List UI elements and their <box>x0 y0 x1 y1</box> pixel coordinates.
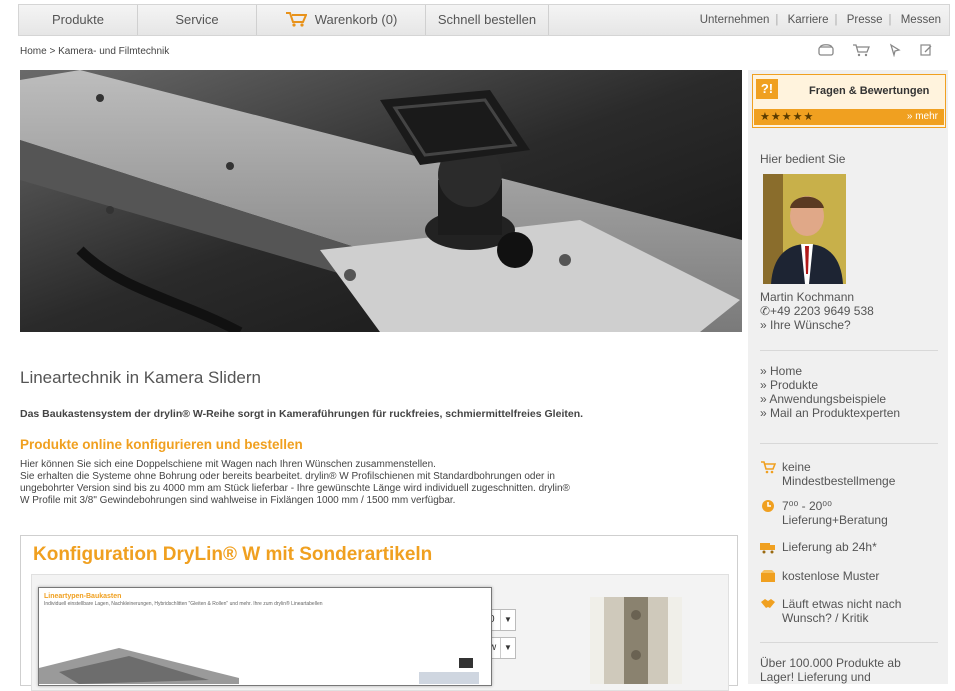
body-line: ungebohrter Version sind bis zu 4000 mm … <box>20 483 570 494</box>
cart-icon[interactable] <box>852 43 871 57</box>
body-line: W Profile mit 3/8" Gewindebohrungen sind… <box>20 495 456 506</box>
tab-label: Produkte <box>51 12 105 27</box>
sidebar-link-mail[interactable]: » Mail an Produktexperten <box>760 406 900 420</box>
popup-text: Individuell einstellbare Lagen, Nachklei… <box>44 601 323 607</box>
feature-text[interactable]: Läuft etwas nicht nach <box>782 597 901 611</box>
hero-image <box>20 70 742 332</box>
cart-icon <box>761 461 776 474</box>
top-navigation: Produkte Service Warenkorb (0) Schnell b… <box>0 0 955 38</box>
nav-bar: Produkte Service Warenkorb (0) Schnell b… <box>18 4 950 36</box>
feature-text[interactable]: Wunsch? / Kritik <box>782 611 901 625</box>
link-presse[interactable]: Presse <box>847 14 883 26</box>
sidebar-links: » Home » Produkte » Anwendungsbeispiele … <box>760 364 900 420</box>
bottom-text-line: Über 100.000 Produkte ab <box>760 656 901 670</box>
feature-text: keine <box>782 460 811 474</box>
feature-text[interactable]: kostenlose Muster <box>782 569 879 583</box>
contact-wishes-link[interactable]: » Ihre Wünsche? <box>760 318 851 332</box>
page-title: Lineartechnik in Kamera Slidern <box>20 368 261 387</box>
divider <box>760 443 938 444</box>
feature-text: 7⁰⁰ - 20⁰⁰ <box>782 499 832 513</box>
cursor-icon[interactable] <box>888 43 902 58</box>
truck-icon <box>760 543 775 554</box>
contact-name: Martin Kochmann <box>760 290 855 304</box>
rating-widget[interactable]: ?! Fragen & Bewertungen ★★★★★ » mehr <box>752 74 946 128</box>
edit-icon[interactable] <box>919 43 933 57</box>
configurator-title: Konfiguration DryLin® W mit Sonderartike… <box>33 544 433 565</box>
handshake-icon <box>761 599 775 608</box>
rating-more-link[interactable]: » mehr <box>907 109 938 125</box>
cart-icon <box>285 12 307 27</box>
served-by-label: Hier bedient Sie <box>760 152 846 166</box>
feature-samples: kostenlose Muster <box>760 569 879 583</box>
tab-label: Schnell bestellen <box>437 12 537 27</box>
feature-hours: 7⁰⁰ - 20⁰⁰ Lieferung+Beratung <box>760 499 888 527</box>
sidebar-link-anwendungsbeispiele[interactable]: » Anwendungsbeispiele <box>760 392 900 406</box>
rating-bar: ★★★★★ » mehr <box>754 109 944 125</box>
top-links: Unternehmen | Karriere | Presse | Messen <box>699 14 941 26</box>
popup-title: Lineartypen-Baukasten <box>44 593 122 600</box>
rail-graphic <box>604 597 668 684</box>
profile-rail-image <box>590 597 682 684</box>
link-messen[interactable]: Messen <box>901 14 941 26</box>
feature-feedback: Läuft etwas nicht nach Wunsch? / Kritik <box>760 597 901 625</box>
feature-text: Mindestbestellmenge <box>782 474 896 488</box>
breadcrumb[interactable]: Home > Kamera- und Filmtechnik <box>20 46 169 57</box>
divider <box>760 642 938 643</box>
box-icon <box>761 570 775 582</box>
bottom-text-line: Lager! Lieferung und <box>760 670 871 684</box>
sidebar-link-produkte[interactable]: » Produkte <box>760 378 900 392</box>
tab-produkte[interactable]: Produkte <box>19 5 138 35</box>
tab-warenkorb[interactable]: Warenkorb (0) <box>257 5 426 35</box>
link-unternehmen[interactable]: Unternehmen <box>700 14 770 26</box>
tab-label: Service <box>175 12 219 27</box>
feature-min-order: keine Mindestbestellmenge <box>760 460 895 488</box>
link-karriere[interactable]: Karriere <box>788 14 829 26</box>
tab-service[interactable]: Service <box>138 5 257 35</box>
contact-photo <box>763 174 846 284</box>
divider <box>760 350 938 351</box>
camera-slider-photo <box>20 70 742 332</box>
tab-schnell-bestellen[interactable]: Schnell bestellen <box>426 5 549 35</box>
body-line: Sie erhalten die Systeme ohne Bohrung od… <box>20 471 555 482</box>
person-avatar <box>763 174 846 284</box>
question-icon: ?! <box>756 79 778 99</box>
configurator-popup[interactable]: Lineartypen-Baukasten Individuell einste… <box>38 587 492 686</box>
body-line: Hier können Sie sich eine Doppelschiene … <box>20 459 436 470</box>
feature-delivery: Lieferung ab 24h* <box>760 540 877 554</box>
tab-label: Warenkorb (0) <box>314 12 398 27</box>
sidebar-bottom-text: Über 100.000 Produkte ab Lager! Lieferun… <box>760 656 901 684</box>
lead-text: Das Baukastensystem der drylin® W-Reihe … <box>20 408 584 420</box>
phone-icon[interactable] <box>817 43 835 57</box>
chevron-down-icon: ▼ <box>500 638 515 658</box>
feature-text: Lieferung ab 24h* <box>782 540 877 554</box>
feature-text: Lieferung+Beratung <box>782 513 888 527</box>
body-text: Hier können Sie sich eine Doppelschiene … <box>20 459 740 507</box>
contact-phone[interactable]: ✆+49 2203 9649 538 <box>760 304 874 318</box>
sidebar-link-home[interactable]: » Home <box>760 364 900 378</box>
section-subtitle: Produkte online konfigurieren und bestel… <box>20 437 303 452</box>
rating-title: Fragen & Bewertungen <box>809 85 930 97</box>
utility-icons <box>803 43 933 60</box>
chevron-down-icon: ▼ <box>500 610 515 630</box>
clock-icon <box>762 500 774 512</box>
popup-preview-image <box>39 648 479 684</box>
rating-stars: ★★★★★ <box>760 111 815 123</box>
